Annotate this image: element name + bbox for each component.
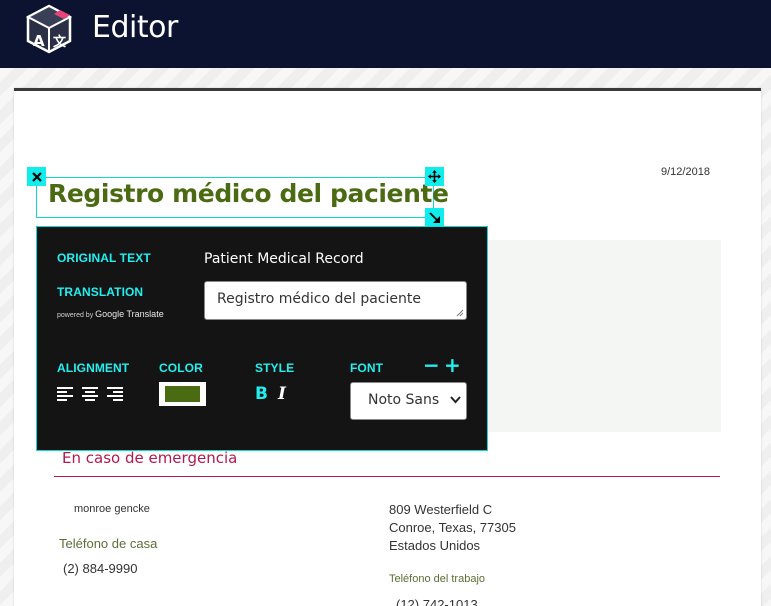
alignment-label: ALIGNMENT: [57, 361, 130, 375]
text-editor-panel: ORIGINAL TEXT Patient Medical Record TRA…: [36, 226, 488, 451]
move-icon[interactable]: [425, 167, 444, 186]
patient-info-panel: [487, 240, 721, 432]
original-text-label: ORIGINAL TEXT: [57, 251, 151, 265]
color-picker-swatch[interactable]: [159, 382, 206, 406]
font-select-value: Noto Sans: [368, 392, 440, 408]
section-divider: [54, 476, 720, 477]
emergency-contact-name[interactable]: monroe gencke: [74, 503, 150, 515]
close-icon[interactable]: [27, 167, 46, 186]
translation-textarea[interactable]: Registro médico del paciente: [204, 281, 467, 320]
align-right-icon[interactable]: [107, 386, 123, 401]
app-title: Editor: [92, 10, 178, 45]
address-line-1[interactable]: 809 Westerfield C: [389, 502, 492, 517]
document-date[interactable]: 9/12/2018: [661, 166, 710, 178]
address-line-2[interactable]: Conroe, Texas, 77305: [389, 520, 516, 535]
translation-label: TRANSLATION: [57, 285, 144, 299]
textarea-resize-icon[interactable]: [456, 309, 464, 317]
home-phone-label[interactable]: Teléfono de casa: [59, 536, 157, 551]
font-select[interactable]: Noto Sans: [350, 382, 467, 420]
powered-by-text: powered by: [57, 312, 94, 319]
app-header: A 文 Editor: [0, 0, 771, 68]
align-left-icon[interactable]: [57, 386, 73, 401]
app-logo-icon: A 文: [25, 4, 73, 54]
align-center-icon[interactable]: [82, 386, 98, 401]
selected-color-fill: [165, 386, 200, 402]
powered-by-google-translate: powered by Google Translate: [57, 309, 164, 319]
svg-text:A: A: [33, 32, 45, 50]
font-size-increase-button[interactable]: +: [444, 355, 461, 375]
translation-textarea-value: Registro médico del paciente: [217, 291, 421, 307]
emergency-section-heading[interactable]: En caso de emergencia: [62, 449, 237, 467]
resize-icon[interactable]: [425, 208, 444, 227]
color-label: COLOR: [159, 361, 203, 375]
style-label: STYLE: [255, 361, 295, 375]
work-phone-value[interactable]: (12) 742-1013: [396, 597, 478, 606]
font-size-decrease-button[interactable]: −: [423, 355, 440, 375]
font-label: FONT: [350, 361, 384, 375]
svg-text:文: 文: [53, 34, 67, 50]
google-translate-brand: Google Translate: [95, 309, 164, 319]
alignment-controls: [57, 386, 123, 401]
italic-button[interactable]: I: [278, 384, 286, 404]
document-title[interactable]: Registro médico del paciente: [48, 179, 449, 208]
home-phone-value[interactable]: (2) 884-9990: [63, 561, 137, 576]
address-line-3[interactable]: Estados Unidos: [389, 538, 480, 553]
original-text-value: Patient Medical Record: [204, 251, 364, 267]
chevron-down-icon: [450, 396, 461, 404]
work-phone-label[interactable]: Teléfono del trabajo: [389, 573, 485, 585]
bold-button[interactable]: B: [255, 384, 268, 404]
